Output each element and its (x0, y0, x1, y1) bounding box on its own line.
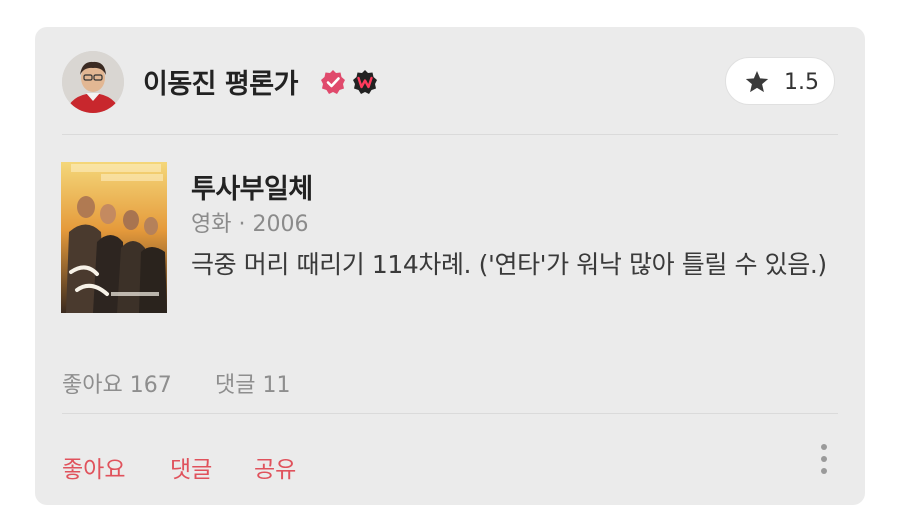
divider (62, 134, 838, 135)
verified-badge-icon (321, 70, 345, 94)
share-button[interactable]: 공유 (254, 450, 296, 484)
review-text[interactable]: 극중 머리 때리기 114차례. ('연타'가 워낙 많아 틀릴 수 있음.) (191, 245, 841, 284)
movie-meta: 영화 · 2006 (191, 212, 309, 237)
avatar[interactable] (62, 51, 124, 113)
critic-name[interactable]: 이동진 평론가 (143, 62, 298, 101)
divider (62, 413, 838, 414)
comment-button[interactable]: 댓글 (170, 450, 212, 484)
movie-title[interactable]: 투사부일체 (191, 167, 313, 206)
star-icon (745, 70, 769, 93)
movie-poster[interactable] (61, 162, 167, 313)
review-card: 이동진 평론가 1.5 투사부일체 영화 · 2006 극중 머리 때리기 11… (35, 27, 865, 505)
like-button[interactable]: 좋아요 (62, 450, 125, 484)
more-vertical-icon[interactable] (812, 440, 836, 478)
comments-count: 댓글 11 (215, 373, 291, 398)
rating-value: 1.5 (784, 70, 819, 95)
likes-count: 좋아요 167 (62, 373, 172, 398)
rating-badge: 1.5 (725, 57, 835, 105)
watcha-w-icon (353, 70, 377, 94)
